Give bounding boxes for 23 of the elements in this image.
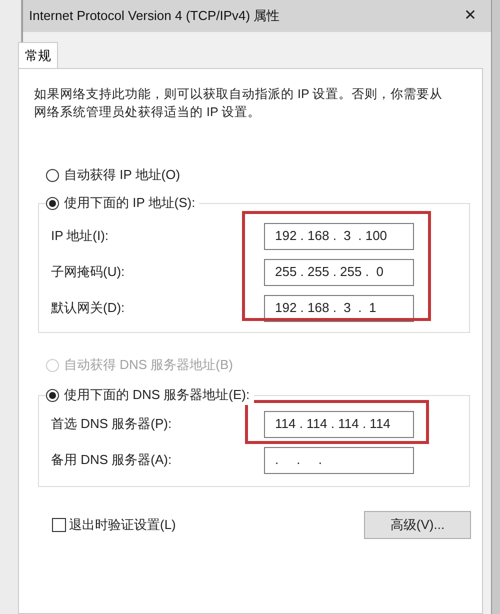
radio-label: 自动获得 IP 地址(O): [64, 166, 180, 184]
field-label: IP 地址(I):: [51, 227, 110, 246]
radio-label: 使用下面的 DNS 服务器地址(E):: [64, 386, 250, 404]
window-title: Internet Protocol Version 4 (TCP/IPv4) 属性: [29, 7, 280, 26]
checkbox[interactable]: [52, 518, 66, 532]
field-label: 备用 DNS 服务器(A):: [51, 451, 173, 470]
field-label: 默认网关(D):: [51, 299, 126, 318]
close-button[interactable]: ✕: [464, 4, 477, 28]
tab[interactable]: 常规: [18, 42, 58, 68]
ip-address-field[interactable]: 192 . 168 . 3 . 100: [264, 222, 414, 250]
radio-label: 使用下面的 IP 地址(S):: [64, 194, 196, 212]
ip-address-field[interactable]: 114 . 114 . 114 . 114: [264, 410, 414, 438]
radio-button[interactable]: [46, 196, 59, 210]
radio-button[interactable]: [46, 388, 59, 402]
checkbox-label: 退出时验证设置(L): [69, 516, 176, 534]
field-label: 首选 DNS 服务器(P):: [51, 415, 173, 434]
description-text: 如果网络支持此功能，则可以获取自动指派的 IP 设置。否则，你需要从网络系统管理员处获得适当的 IP 设置。: [34, 86, 444, 121]
ip-address-field[interactable]: 255 . 255 . 255 . 0: [264, 258, 414, 286]
radio-label: 自动获得 DNS 服务器地址(B): [64, 356, 233, 374]
advanced-button[interactable]: 高级(V)...: [364, 511, 471, 539]
radio-button[interactable]: [46, 168, 59, 182]
ip-address-field[interactable]: . . .: [264, 446, 414, 474]
field-label: 子网掩码(U):: [51, 263, 126, 282]
